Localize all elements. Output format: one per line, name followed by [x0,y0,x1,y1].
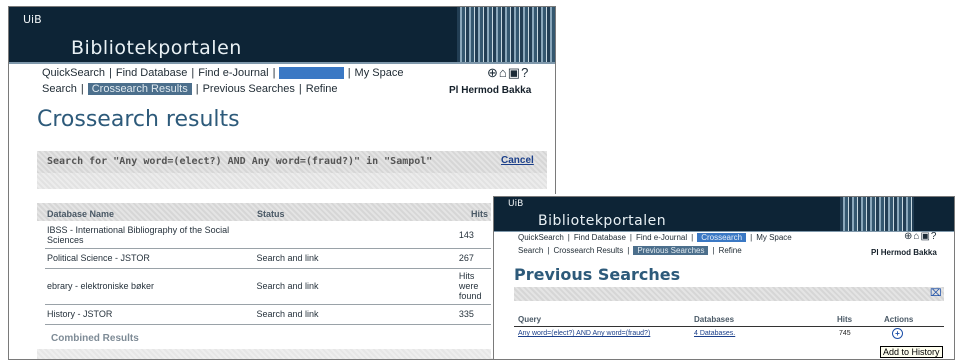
results-table: IBSS - International Bibliography of the… [45,222,491,325]
tool-icons: ⊕⌂▣? [487,65,529,81]
header-divider [494,231,954,232]
uib-logo: UiB [508,199,524,209]
col-hits: Hits [837,315,853,324]
header-photo [840,197,914,231]
toolbar-bar [514,287,944,301]
nav-quicksearch[interactable]: QuickSearch [42,67,105,79]
trash-icon[interactable]: ⌧ [930,288,942,299]
lock-icon[interactable]: ▣ [920,231,930,242]
page-title: Previous Searches [514,265,681,284]
bottom-bar [37,349,547,359]
help-icon[interactable]: ? [521,65,529,80]
query-link[interactable]: Any word=(elect?) AND Any word=(fraud?) [518,330,650,337]
search-summary: Search for "Any word=(elect?) AND Any wo… [47,156,433,167]
table-row: Political Science - JSTOR Search and lin… [45,248,491,269]
subnav-search[interactable]: Search [42,83,77,95]
table-row: ebrary - elektroniske bøker Search and l… [45,268,491,305]
subnav-previous-searches[interactable]: Previous Searches [633,246,709,255]
db-name[interactable]: ebrary - elektroniske bøker [45,268,255,305]
col-actions: Actions [884,315,914,324]
table-row: History - JSTOR Search and link 335 [45,304,491,325]
subnav-search[interactable]: Search [518,246,543,255]
crossearch-results-window: UiB Bibliotekportalen QuickSearch | Find D… [8,6,556,360]
nav-find-ejournal[interactable]: Find e-Journal [636,233,687,242]
nav-find-database[interactable]: Find Database [574,233,626,242]
db-status[interactable]: Search and link [254,304,457,325]
secondary-nav: Search | Crossearch Results | Previous Searc… [42,83,338,95]
help-icon[interactable]: ? [931,231,938,242]
header-photo [457,7,555,62]
subnav-crossearch-results[interactable]: Crossearch Results [87,83,192,95]
spacer-bar [37,173,547,189]
db-hits: 267 [456,248,491,269]
nav-quicksearch[interactable]: QuickSearch [518,233,564,242]
portal-title: Bibliotekportalen [71,37,242,59]
db-status[interactable]: Search and link [254,268,457,305]
header-divider [9,62,555,64]
user-name: Pl Hermod Bakka [449,85,532,96]
col-status: Status [257,209,285,219]
col-query: Query [518,315,542,324]
nav-crossearch[interactable]: Crossearch [697,233,747,242]
nav-find-database[interactable]: Find Database [116,67,188,79]
subnav-previous-searches[interactable]: Previous Searches [203,83,295,95]
portal-title: Bibliotekportalen [538,213,667,229]
nav-crossearch[interactable]: Crossearch [279,67,344,79]
primary-nav: QuickSearch | Find Database | Find e-Journal… [42,67,404,79]
uib-logo: UiB [23,13,42,26]
popup-header: UiB Bibliotekportalen [494,197,954,231]
prev-header-row: Query Databases Hits Actions [514,312,944,327]
databases-link[interactable]: 4 Databases. [694,330,735,337]
nav-my-space[interactable]: My Space [756,233,792,242]
db-name[interactable]: History - JSTOR [45,304,255,325]
subnav-refine[interactable]: Refine [719,246,742,255]
portal-header: UiB Bibliotekportalen [9,7,555,62]
db-hits: 143 [456,222,491,249]
table-row: Any word=(elect?) AND Any word=(fraud?) … [514,327,944,341]
db-name[interactable]: Political Science - JSTOR [45,248,255,269]
page-title: Crossearch results [37,107,240,132]
table-row: IBSS - International Bibliography of the… [45,222,491,249]
subnav-refine[interactable]: Refine [306,83,338,95]
db-status [254,222,457,249]
db-status[interactable]: Search and link [254,248,457,269]
col-databases: Databases [694,315,735,324]
lock-icon[interactable]: ▣ [508,65,521,80]
tooltip: Add to History [880,346,943,358]
db-hits: 335 [456,304,491,325]
library-icon[interactable]: ⌂ [499,65,508,80]
combined-results-label: Combined Results [51,333,139,344]
add-to-history-icon[interactable]: + [892,328,903,339]
globe-icon[interactable]: ⊕ [487,65,499,80]
nav-find-ejournal[interactable]: Find e-Journal [198,67,268,79]
db-name[interactable]: IBSS - International Bibliography of the… [45,222,255,249]
cancel-link[interactable]: Cancel [501,155,534,166]
query-hits: 745 [839,330,851,337]
secondary-nav: Search | Crossearch Results | Previous Searc… [518,246,742,255]
nav-my-space[interactable]: My Space [355,67,404,79]
tool-icons: ⊕⌂▣? [904,231,937,242]
subnav-crossearch-results[interactable]: Crossearch Results [553,246,623,255]
db-hits: Hits were found [456,268,491,305]
globe-icon[interactable]: ⊕ [904,231,913,242]
col-hits: Hits [471,209,489,219]
previous-searches-window: UiB Bibliotekportalen QuickSearch | Find D… [493,196,955,360]
primary-nav: QuickSearch | Find Database | Find e-Journal… [518,233,792,242]
user-name: Pl Hermod Bakka [871,248,937,257]
col-database-name: Database Name [47,209,115,219]
